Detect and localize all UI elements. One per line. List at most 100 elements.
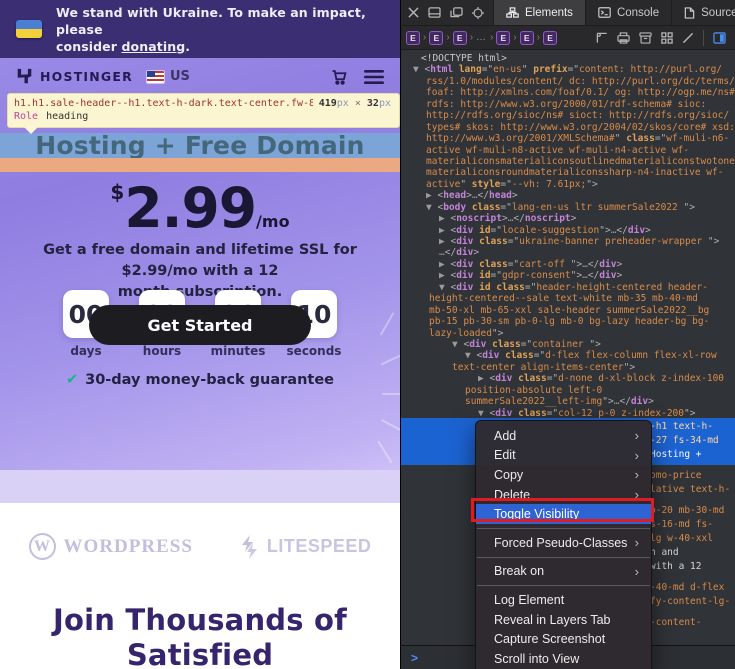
tooltip-dimensions: 419px × 32px xyxy=(319,97,391,110)
code-line[interactable]: ▶ <head>…</head> xyxy=(401,190,735,201)
dock-bottom-icon[interactable] xyxy=(428,7,441,18)
menu-item-log-element[interactable]: Log Element xyxy=(476,590,651,610)
devtools-tab-bar: Elements Console Sources xyxy=(401,0,735,26)
section-divider xyxy=(0,470,400,503)
inspector-margin-overlay xyxy=(0,158,400,172)
code-line[interactable]: materialiconsmaterialiconsoutlinedmateri… xyxy=(401,156,735,167)
breadcrumb-element-badge[interactable]: E xyxy=(543,31,557,45)
submenu-chevron-icon: › xyxy=(635,564,639,579)
price-value: 2.99 xyxy=(124,176,256,240)
context-menu: Add›Edit›Copy›Delete›Toggle Visibility Fo… xyxy=(475,420,652,669)
code-line[interactable]: ▼ <div class="container "> xyxy=(401,339,735,350)
element-picker-icon[interactable] xyxy=(472,7,484,19)
code-line[interactable]: foaf: http://xmlns.com/foaf/0.1/ og: htt… xyxy=(401,87,735,98)
tooltip-role-value: heading xyxy=(46,111,88,122)
locale-selector[interactable]: US xyxy=(147,69,190,84)
hamburger-menu-icon[interactable] xyxy=(364,69,384,85)
print-icon[interactable] xyxy=(617,32,630,44)
get-started-button[interactable]: Get Started xyxy=(89,305,311,345)
site-header: HOSTINGER US xyxy=(0,58,400,95)
menu-item-reveal-in-layers-tab[interactable]: Reveal in Layers Tab xyxy=(476,610,651,630)
details-sidebar-toggle-icon[interactable] xyxy=(713,32,726,44)
price-period: /mo xyxy=(256,212,290,231)
tooltip-selector: h1.h1.sale-header--h1.text-h-dark.text-c… xyxy=(14,97,313,110)
code-line[interactable]: ▼ <body class="lang-en-us ltr summerSale… xyxy=(401,202,735,213)
code-line[interactable]: height-centered--sale text-white mb-35 m… xyxy=(401,293,735,304)
sources-tab-icon xyxy=(684,7,695,19)
code-line[interactable]: ▶ <div class="cart-off ">…</div> xyxy=(401,259,735,270)
countdown-label: days xyxy=(55,344,117,358)
hero-heading: Hosting + Free Domain xyxy=(35,131,364,160)
submenu-chevron-icon: › xyxy=(635,467,639,482)
undock-window-icon[interactable] xyxy=(450,7,463,18)
tab-console[interactable]: Console xyxy=(586,0,672,25)
breadcrumb-chevron-icon: › xyxy=(490,32,493,43)
hostinger-h-icon xyxy=(16,68,33,85)
grid-icon[interactable] xyxy=(661,32,673,44)
code-line[interactable]: ▶ <div class="ukraine-banner preheader-w… xyxy=(401,236,735,247)
locale-label: US xyxy=(170,69,190,84)
menu-item-add[interactable]: Add› xyxy=(476,426,651,446)
close-icon[interactable] xyxy=(408,7,419,18)
code-line[interactable]: materialiconsroundmaterialiconssharp-n4-… xyxy=(401,167,735,178)
breadcrumb-element-badge[interactable]: E xyxy=(406,31,420,45)
menu-separator xyxy=(477,528,650,529)
tab-elements[interactable]: Elements xyxy=(494,0,586,25)
tab-sources[interactable]: Sources xyxy=(672,0,735,25)
menu-separator xyxy=(477,557,650,558)
code-line[interactable]: rss/1.0/modules/content/ dc: http://purl… xyxy=(401,76,735,87)
breadcrumb-element-badge[interactable]: E xyxy=(496,31,510,45)
code-line[interactable]: text-center align-items-center"> xyxy=(401,362,735,373)
menu-item-copy[interactable]: Copy› xyxy=(476,465,651,485)
menu-item-delete[interactable]: Delete› xyxy=(476,485,651,505)
edit-slash-icon[interactable] xyxy=(682,32,694,44)
code-line[interactable]: ▶ <div class="d-none d-xl-block z-index-… xyxy=(401,373,735,384)
donating-link[interactable]: donating xyxy=(121,39,185,54)
code-line[interactable]: lazy-loaded"> xyxy=(401,328,735,339)
wordpress-icon: W xyxy=(29,533,56,560)
code-line[interactable]: ▼ <div class="d-flex flex-column flex-xl… xyxy=(401,350,735,361)
menu-item-toggle-visibility[interactable]: Toggle Visibility xyxy=(476,504,651,524)
breadcrumb-element-badge[interactable]: E xyxy=(520,31,534,45)
code-line[interactable]: ▶ <div id="gdpr-consent">…</div> xyxy=(401,270,735,281)
brand-name: HOSTINGER xyxy=(40,69,133,84)
code-line[interactable]: summerSale2022__left-img">…</div> xyxy=(401,396,735,407)
breadcrumb-element-badge[interactable]: E xyxy=(453,31,467,45)
countdown-label: seconds xyxy=(283,344,345,358)
code-line[interactable]: rdfs: http://www.w3.org/2000/01/rdf-sche… xyxy=(401,99,735,110)
menu-item-capture-screenshot[interactable]: Capture Screenshot xyxy=(476,629,651,649)
elements-tab-icon xyxy=(506,7,519,18)
menu-item-edit[interactable]: Edit› xyxy=(476,446,651,466)
price: $2.99/mo xyxy=(0,176,400,240)
code-line[interactable]: active" style="--vh: 7.61px;"> xyxy=(401,179,735,190)
menu-item-scroll-into-view[interactable]: Scroll into View xyxy=(476,649,651,669)
code-line[interactable]: pb-15 pb-30-sm pb-0-lg mb-0 bg-lazy head… xyxy=(401,316,735,327)
layout-ruler-icon[interactable] xyxy=(596,32,608,44)
submenu-chevron-icon: › xyxy=(635,448,639,463)
code-line[interactable]: ▼ <div id class="header-height-centered … xyxy=(401,282,735,293)
code-line[interactable]: http://www.w3.org/2001/XMLSchema#" class… xyxy=(401,133,735,144)
code-line[interactable]: http://rdfs.org/sioc/ns# sioct: http://r… xyxy=(401,110,735,121)
element-breadcrumb: E›E›E›…›E›E›E xyxy=(406,31,596,45)
checkmark-icon: ✔ xyxy=(66,372,78,388)
code-line[interactable]: <!DOCTYPE html> xyxy=(401,53,735,64)
menu-item-forced-pseudo-classes[interactable]: Forced Pseudo-Classes› xyxy=(476,533,651,553)
code-line[interactable]: ▶ <noscript>…</noscript> xyxy=(401,213,735,224)
hostinger-logo[interactable]: HOSTINGER xyxy=(16,68,133,85)
cart-icon[interactable] xyxy=(329,68,348,86)
ukraine-banner-text: We stand with Ukraine. To make an impact… xyxy=(56,4,386,55)
code-line[interactable]: …</div> xyxy=(401,247,735,258)
archive-box-icon[interactable] xyxy=(639,32,652,44)
code-line[interactable]: active wf-muli-n8-active wf-muli-n4-acti… xyxy=(401,145,735,156)
breadcrumb-element-badge[interactable]: E xyxy=(429,31,443,45)
code-line[interactable]: ▶ <div id="locale-suggestion">…</div> xyxy=(401,225,735,236)
breadcrumb-ellipsis: … xyxy=(476,32,487,43)
code-line[interactable]: mb-50-xl mb-65-xxl sale-header summerSal… xyxy=(401,305,735,316)
web-inspector: Elements Console Sources E›E›E›…›E›E›E <… xyxy=(400,0,735,669)
breadcrumb-chevron-icon: › xyxy=(513,32,516,43)
code-line[interactable]: ▼ <html lang="en-us" prefix="content: ht… xyxy=(401,64,735,75)
code-line[interactable]: position-absolute left-0 xyxy=(401,385,735,396)
code-line[interactable]: types# skos: http://www.w3.org/2004/02/s… xyxy=(401,122,735,133)
inspector-tooltip: h1.h1.sale-header--h1.text-h-dark.text-c… xyxy=(7,93,400,128)
menu-item-break-on[interactable]: Break on› xyxy=(476,562,651,582)
